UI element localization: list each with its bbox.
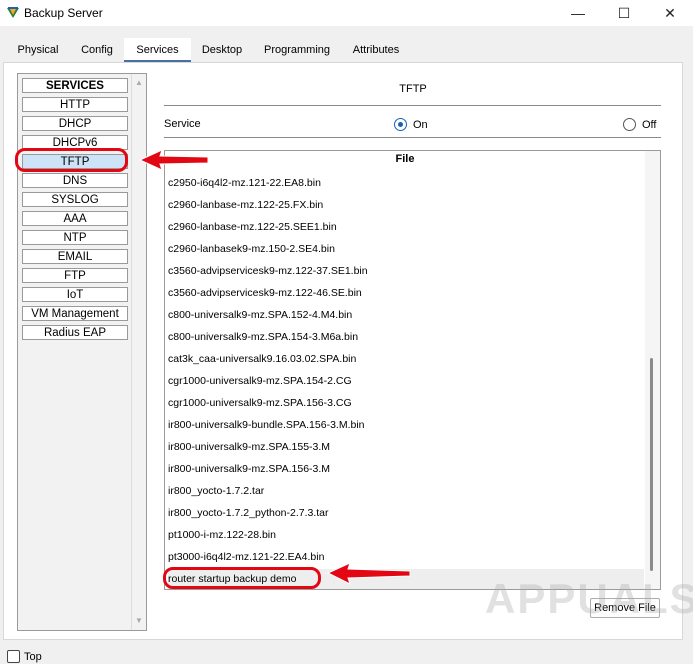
sidebar-item-syslog[interactable]: SYSLOG [22, 192, 128, 207]
divider [164, 105, 661, 106]
remove-file-button[interactable]: Remove File [590, 598, 660, 618]
close-button[interactable]: ✕ [647, 0, 693, 26]
sidebar-item-ftp[interactable]: FTP [22, 268, 128, 283]
file-list[interactable]: File c2950-i6q4l2-mz.121-22.EA8.bin c296… [164, 150, 661, 590]
service-on-label: On [413, 119, 428, 131]
sidebar-item-radius-eap[interactable]: Radius EAP [22, 325, 128, 340]
sidebar-item-vm-management[interactable]: VM Management [22, 306, 128, 321]
file-row[interactable]: ir800-universalk9-bundle.SPA.156-3.M.bin [168, 415, 644, 435]
file-row[interactable]: pt1000-i-mz.122-28.bin [168, 525, 644, 545]
file-arrow-icon [326, 562, 411, 585]
file-row[interactable]: c2960-lanbase-mz.122-25.SEE1.bin [168, 217, 644, 237]
service-label: Service [164, 118, 201, 130]
scroll-down-icon[interactable]: ▼ [132, 614, 146, 628]
sidebar-item-ntp[interactable]: NTP [22, 230, 128, 245]
file-row[interactable]: ir800_yocto-1.7.2.tar [168, 481, 644, 501]
sidebar-item-dhcp[interactable]: DHCP [22, 116, 128, 131]
file-row[interactable]: cgr1000-universalk9-mz.SPA.156-3.CG [168, 393, 644, 413]
tftp-arrow-icon [138, 149, 209, 171]
minimize-icon: — [571, 5, 585, 21]
title-bar: Backup Server — ☐ ✕ [0, 0, 693, 26]
sidebar-item-http[interactable]: HTTP [22, 97, 128, 112]
tab-programming[interactable]: Programming [256, 38, 338, 62]
maximize-button[interactable]: ☐ [601, 0, 647, 26]
scroll-up-icon[interactable]: ▲ [132, 76, 146, 90]
file-row[interactable]: c2950-i6q4l2-mz.121-22.EA8.bin [168, 173, 644, 193]
tab-attributes[interactable]: Attributes [342, 38, 410, 62]
file-row[interactable]: c2960-lanbase-mz.122-25.FX.bin [168, 195, 644, 215]
service-off-label: Off [642, 119, 657, 131]
close-icon: ✕ [664, 4, 676, 21]
service-on-radio[interactable] [394, 118, 407, 131]
sidebar-item-iot[interactable]: IoT [22, 287, 128, 302]
sidebar-item-aaa[interactable]: AAA [22, 211, 128, 226]
file-row[interactable]: c800-universalk9-mz.SPA.152-4.M4.bin [168, 305, 644, 325]
service-off-radio[interactable] [623, 118, 636, 131]
scroll-thumb[interactable] [650, 358, 653, 571]
tftp-title: TFTP [399, 83, 427, 95]
file-row[interactable]: c2960-lanbasek9-mz.150-2.SE4.bin [168, 239, 644, 259]
file-row[interactable]: ir800-universalk9-mz.SPA.156-3.M [168, 459, 644, 479]
services-header: SERVICES [22, 78, 128, 93]
tab-config[interactable]: Config [71, 38, 123, 62]
file-row[interactable]: c3560-advipservicesk9-mz.122-46.SE.bin [168, 283, 644, 303]
tftp-highlight-oval [15, 148, 128, 172]
file-list-scrollbar[interactable] [645, 151, 660, 589]
top-label: Top [24, 651, 42, 663]
file-row[interactable]: cgr1000-universalk9-mz.SPA.154-2.CG [168, 371, 644, 391]
sidebar-item-email[interactable]: EMAIL [22, 249, 128, 264]
file-row[interactable]: cat3k_caa-universalk9.16.03.02.SPA.bin [168, 349, 644, 369]
tab-services[interactable]: Services [124, 38, 191, 62]
minimize-button[interactable]: — [555, 0, 601, 26]
top-checkbox[interactable] [7, 650, 20, 663]
maximize-icon: ☐ [617, 4, 631, 21]
tab-physical[interactable]: Physical [8, 38, 68, 62]
file-row[interactable]: c3560-advipservicesk9-mz.122-37.SE1.bin [168, 261, 644, 281]
window-title: Backup Server [24, 6, 103, 20]
app-icon [7, 7, 19, 18]
file-row[interactable]: ir800-universalk9-mz.SPA.155-3.M [168, 437, 644, 457]
divider [164, 137, 661, 138]
file-row[interactable]: c800-universalk9-mz.SPA.154-3.M6a.bin [168, 327, 644, 347]
tab-desktop[interactable]: Desktop [193, 38, 251, 62]
file-column-header: File [395, 153, 415, 165]
tab-bar: Physical Config Services Desktop Program… [0, 38, 693, 62]
file-row[interactable]: ir800_yocto-1.7.2_python-2.7.3.tar [168, 503, 644, 523]
sidebar-item-dns[interactable]: DNS [22, 173, 128, 188]
file-highlight-oval [163, 567, 321, 589]
